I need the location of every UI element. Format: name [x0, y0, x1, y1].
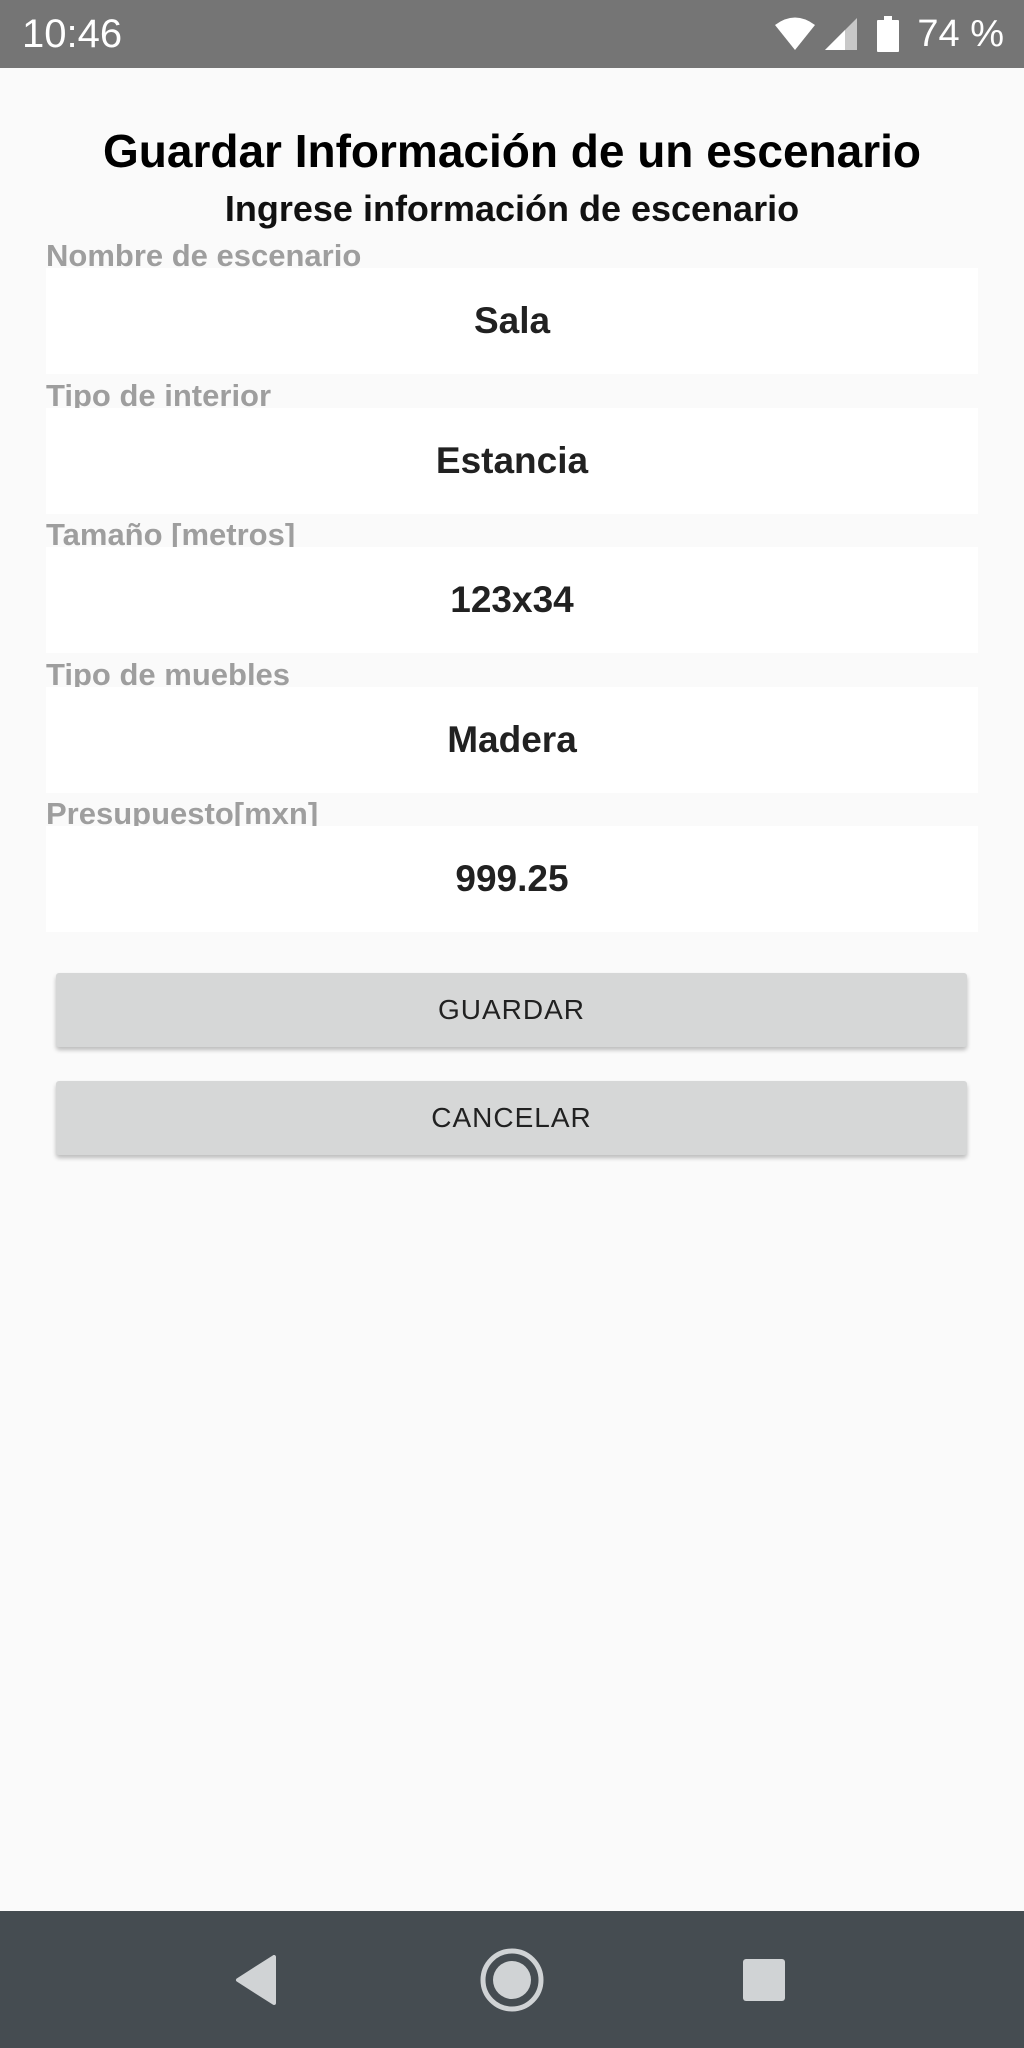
home-button[interactable]	[467, 1935, 557, 2025]
back-icon	[234, 1955, 278, 2005]
signal-icon	[823, 16, 859, 52]
status-time: 10:46	[22, 12, 123, 56]
form-screen: Guardar Información de un escenario Ingr…	[0, 68, 1024, 1911]
recents-icon	[742, 1958, 786, 2002]
size-input[interactable]	[46, 547, 978, 653]
battery-icon	[877, 16, 900, 52]
back-button[interactable]	[211, 1935, 301, 2025]
cancel-button[interactable]: CANCELAR	[56, 1081, 967, 1155]
save-button[interactable]: GUARDAR	[56, 973, 967, 1047]
interior-type-input[interactable]	[46, 408, 978, 514]
home-icon	[479, 1947, 545, 2013]
scenario-name-input[interactable]	[46, 268, 978, 374]
budget-input[interactable]	[46, 826, 978, 932]
furniture-type-input[interactable]	[46, 687, 978, 793]
battery-percent: 74 %	[917, 13, 1004, 55]
navigation-bar	[0, 1911, 1024, 2048]
status-icons: 74 %	[773, 10, 1004, 58]
page-subtitle: Ingrese información de escenario	[224, 188, 800, 229]
status-bar: 10:46 74 %	[0, 0, 1024, 68]
wifi-icon	[773, 16, 817, 52]
page-title: Guardar Información de un escenario	[103, 125, 921, 177]
recents-button[interactable]	[719, 1935, 809, 2025]
